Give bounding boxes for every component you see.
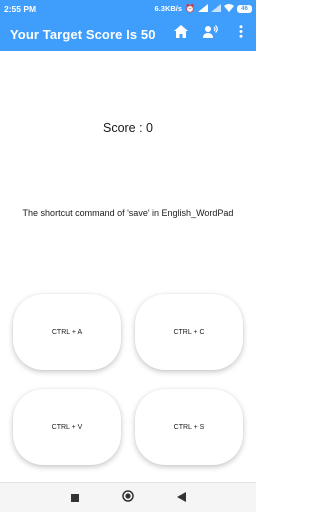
signal-icon (198, 3, 208, 14)
battery-icon: 46 (237, 4, 252, 13)
question-text: The shortcut command of 'save' in Englis… (22, 208, 234, 218)
alarm-icon: ⏰ (185, 3, 195, 13)
score-text: Score : 0 (102, 121, 154, 135)
voice-icon (203, 25, 219, 43)
recents-button[interactable] (63, 486, 87, 510)
voice-button[interactable] (196, 17, 226, 51)
app-actions (166, 17, 256, 51)
wifi-icon (224, 3, 234, 14)
more-options-button[interactable] (226, 17, 256, 51)
home-button[interactable] (166, 17, 196, 51)
option-button-ctrl-v[interactable]: CTRL + V (13, 389, 121, 465)
network-speed: 6.3KB/s (154, 4, 183, 13)
system-nav-bar (0, 482, 256, 512)
option-button-ctrl-s[interactable]: CTRL + S (135, 389, 243, 465)
status-time: 2:55 PM (4, 3, 37, 14)
home-nav-button[interactable] (116, 486, 140, 510)
status-indicators: 6.3KB/s ⏰ 46 (154, 3, 252, 14)
more-vert-icon (239, 25, 243, 43)
signal-icon-2 (211, 3, 221, 14)
status-bar: 2:55 PM 6.3KB/s ⏰ 46 (0, 0, 256, 17)
app-title: Your Target Score Is 50 (10, 26, 156, 42)
option-button-ctrl-a[interactable]: CTRL + A (13, 294, 121, 370)
back-button[interactable] (169, 486, 193, 510)
app-bar: Your Target Score Is 50 (0, 17, 256, 51)
back-icon (176, 489, 186, 507)
home-icon (174, 25, 188, 43)
option-button-ctrl-c[interactable]: CTRL + C (135, 294, 243, 370)
home-circle-icon (122, 489, 134, 507)
recents-icon (70, 489, 79, 507)
